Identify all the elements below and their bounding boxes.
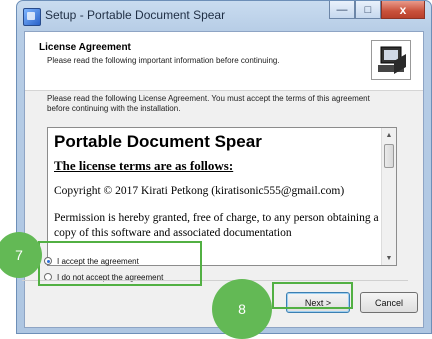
license-copyright: Copyright © 2017 Kirati Petkong (kiratis…	[54, 185, 345, 197]
maximize-button[interactable]: □	[355, 1, 381, 19]
scroll-up-icon[interactable]: ▲	[382, 128, 396, 142]
title-bar[interactable]: Setup - Portable Document Spear — □ x	[17, 1, 431, 31]
license-scrollbar[interactable]: ▲ ▼	[381, 128, 396, 265]
scroll-down-icon[interactable]: ▼	[382, 251, 396, 265]
close-button[interactable]: x	[381, 1, 425, 19]
wizard-header: License Agreement Please read the follow…	[25, 32, 423, 91]
annotation-marker-8: 8	[212, 279, 272, 339]
license-permission: Permission is hereby granted, free of ch…	[54, 212, 379, 239]
annotation-box-7	[38, 241, 202, 286]
license-terms-heading: The license terms are as follows:	[54, 158, 234, 173]
setup-app-icon	[23, 8, 41, 26]
license-heading: Portable Document Spear	[54, 132, 262, 151]
annotation-box-8	[272, 282, 353, 309]
page-subtitle: Please read the following important info…	[47, 56, 280, 65]
computer-setup-icon	[371, 40, 411, 80]
caption-buttons: — □ x	[329, 1, 425, 23]
page-title: License Agreement	[39, 42, 131, 53]
cancel-button[interactable]: Cancel	[360, 292, 418, 313]
window-title: Setup - Portable Document Spear	[45, 8, 226, 22]
minimize-button[interactable]: —	[329, 1, 355, 19]
intro-text: Please read the following License Agreem…	[47, 94, 370, 113]
scroll-thumb[interactable]	[384, 144, 394, 168]
